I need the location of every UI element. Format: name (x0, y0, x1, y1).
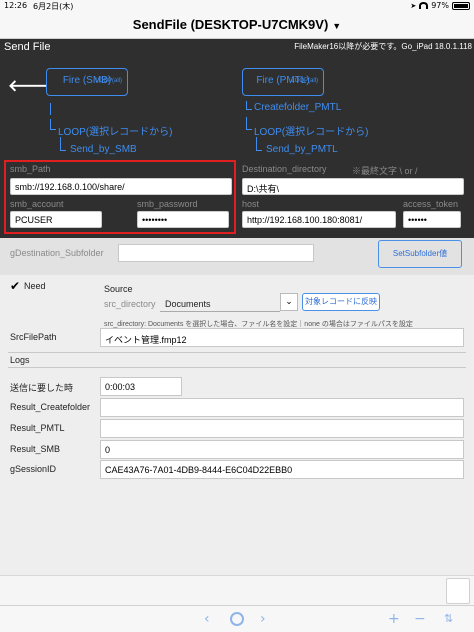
tree-line (246, 101, 247, 109)
createfolder-pmtl-link[interactable]: Createfolder_PMTL (254, 102, 341, 113)
elapsed-label: 送信に要した時 (10, 383, 74, 393)
wifi-icon (419, 2, 429, 9)
elapsed-field[interactable]: 0:00:03 (100, 377, 182, 396)
result-createfolder-field[interactable] (100, 398, 464, 417)
chevron-left-icon[interactable]: ‹ (204, 611, 210, 627)
send-file-panel: Send File FileMaker16以降が必要です。Go_iPad 18.… (0, 39, 474, 238)
window-title-wrap[interactable]: SendFile (DESKTOP-U7CMK9V) ▼ (0, 17, 474, 32)
subfolder-field[interactable] (118, 244, 314, 262)
divider (8, 352, 466, 353)
destination-directory-label: Destination_directory (242, 164, 327, 174)
tree-line (50, 103, 51, 115)
subfolder-row: gDestination_Subfolder SetSubfolder値 (0, 238, 474, 275)
src-directory-select[interactable]: Documents (165, 299, 211, 309)
set-subfolder-button[interactable]: SetSubfolder値 (378, 240, 462, 268)
fire-smb-loop-badge: LOOP(all) (95, 78, 122, 84)
logs-label: Logs (10, 355, 30, 365)
tree-line (246, 109, 252, 110)
need-label: Need (24, 281, 46, 291)
divider (8, 367, 466, 368)
session-id-field[interactable]: CAE43A76-7A01-4DB9-8444-E6C04D22EBB0 (100, 460, 464, 479)
result-pmtl-field[interactable] (100, 419, 464, 438)
tree-line (60, 137, 61, 150)
srcfilepath-label: SrcFilePath (10, 332, 57, 342)
loop-smb-link[interactable]: LOOP(選択レコードから) (58, 123, 172, 138)
loop-pmtl-link[interactable]: LOOP(選択レコードから) (254, 123, 368, 138)
result-pmtl-label: Result_PMTL (10, 423, 65, 433)
tree-line (256, 137, 257, 150)
location-icon: ➤ (410, 1, 417, 10)
srcfilepath-field[interactable]: イベント管理.fmp12 (100, 328, 464, 347)
window-title: SendFile (DESKTOP-U7CMK9V) (132, 17, 329, 32)
send-by-pmtl-link[interactable]: Send_by_PMTL (266, 144, 338, 155)
source-label: Source (104, 284, 133, 294)
sort-icon[interactable]: ⇅ (444, 611, 453, 627)
bottom-toolbar: ‹ › + − ⇅ (0, 605, 474, 632)
host-field[interactable]: http://192.168.100.180:8081/ (242, 211, 396, 228)
plus-icon[interactable]: + (388, 611, 400, 627)
select-underline (160, 311, 280, 312)
status-date: 6月2日(木) (33, 2, 74, 11)
result-smb-field[interactable]: 0 (100, 440, 464, 459)
panel-title: Send File (4, 41, 51, 53)
result-smb-label: Result_SMB (10, 444, 61, 454)
record-circle-icon[interactable] (230, 612, 244, 626)
smb-password-field[interactable]: •••••••• (137, 211, 229, 228)
smb-account-label: smb_account (10, 199, 64, 209)
bottom-panel (0, 575, 474, 605)
chevron-right-icon[interactable]: › (260, 611, 266, 627)
tree-line (246, 117, 247, 129)
tree-line (50, 129, 56, 130)
back-arrow-icon[interactable]: 🡐 (8, 75, 51, 95)
result-createfolder-label: Result_Createfolder (10, 402, 91, 412)
chevron-down-icon: ▼ (332, 21, 342, 31)
smb-path-label: smb_Path (10, 164, 51, 174)
fire-smb-button[interactable]: Fire (SMB) LOOP(all) (46, 68, 128, 96)
tree-line (256, 150, 262, 151)
src-directory-label: src_directory (104, 299, 156, 309)
checkmark-icon[interactable]: ✔ (10, 279, 20, 293)
status-bar: 12:26 6月2日(木) ➤ 97% (0, 0, 474, 12)
subfolder-label: gDestination_Subfolder (10, 248, 104, 258)
battery-percent: 97% (431, 1, 449, 10)
status-right: ➤ 97% (410, 1, 470, 10)
main-form: ✔ Need Source src_directory Documents ⌄ … (0, 275, 474, 575)
access-token-field[interactable]: •••••• (403, 211, 461, 228)
requirement-note: FileMaker16以降が必要です。Go_iPad 18.0.1.118 (294, 42, 472, 51)
status-time: 12:26 (4, 1, 28, 10)
smb-path-field[interactable]: smb://192.168.0.100/share/ (10, 178, 232, 195)
access-token-label: access_token (403, 199, 459, 209)
tree-line (50, 119, 51, 129)
smb-account-field[interactable]: PCUSER (10, 211, 102, 228)
chevron-down-icon[interactable]: ⌄ (280, 293, 298, 311)
smb-password-label: smb_password (137, 199, 198, 209)
reflect-button[interactable]: 対象レコードに反映 (302, 293, 380, 311)
battery-icon (452, 1, 470, 10)
destination-directory-field[interactable]: D:\共有\ (242, 178, 464, 195)
fire-pmtl-loop-badge: LOOP(all) (291, 78, 318, 84)
fire-pmtl-button[interactable]: Fire (PMTL) LOOP(all) (242, 68, 324, 96)
host-label: host (242, 199, 260, 209)
tree-line (246, 129, 252, 130)
session-id-label: gSessionID (10, 464, 57, 474)
send-by-smb-link[interactable]: Send_by_SMB (70, 144, 137, 155)
corner-button[interactable] (446, 578, 470, 604)
tree-line (60, 150, 66, 151)
title-bar: SendFile (DESKTOP-U7CMK9V) ▼ (0, 12, 474, 39)
destination-note: ※最終文字 \ or / (352, 166, 418, 176)
minus-icon[interactable]: − (414, 611, 426, 627)
